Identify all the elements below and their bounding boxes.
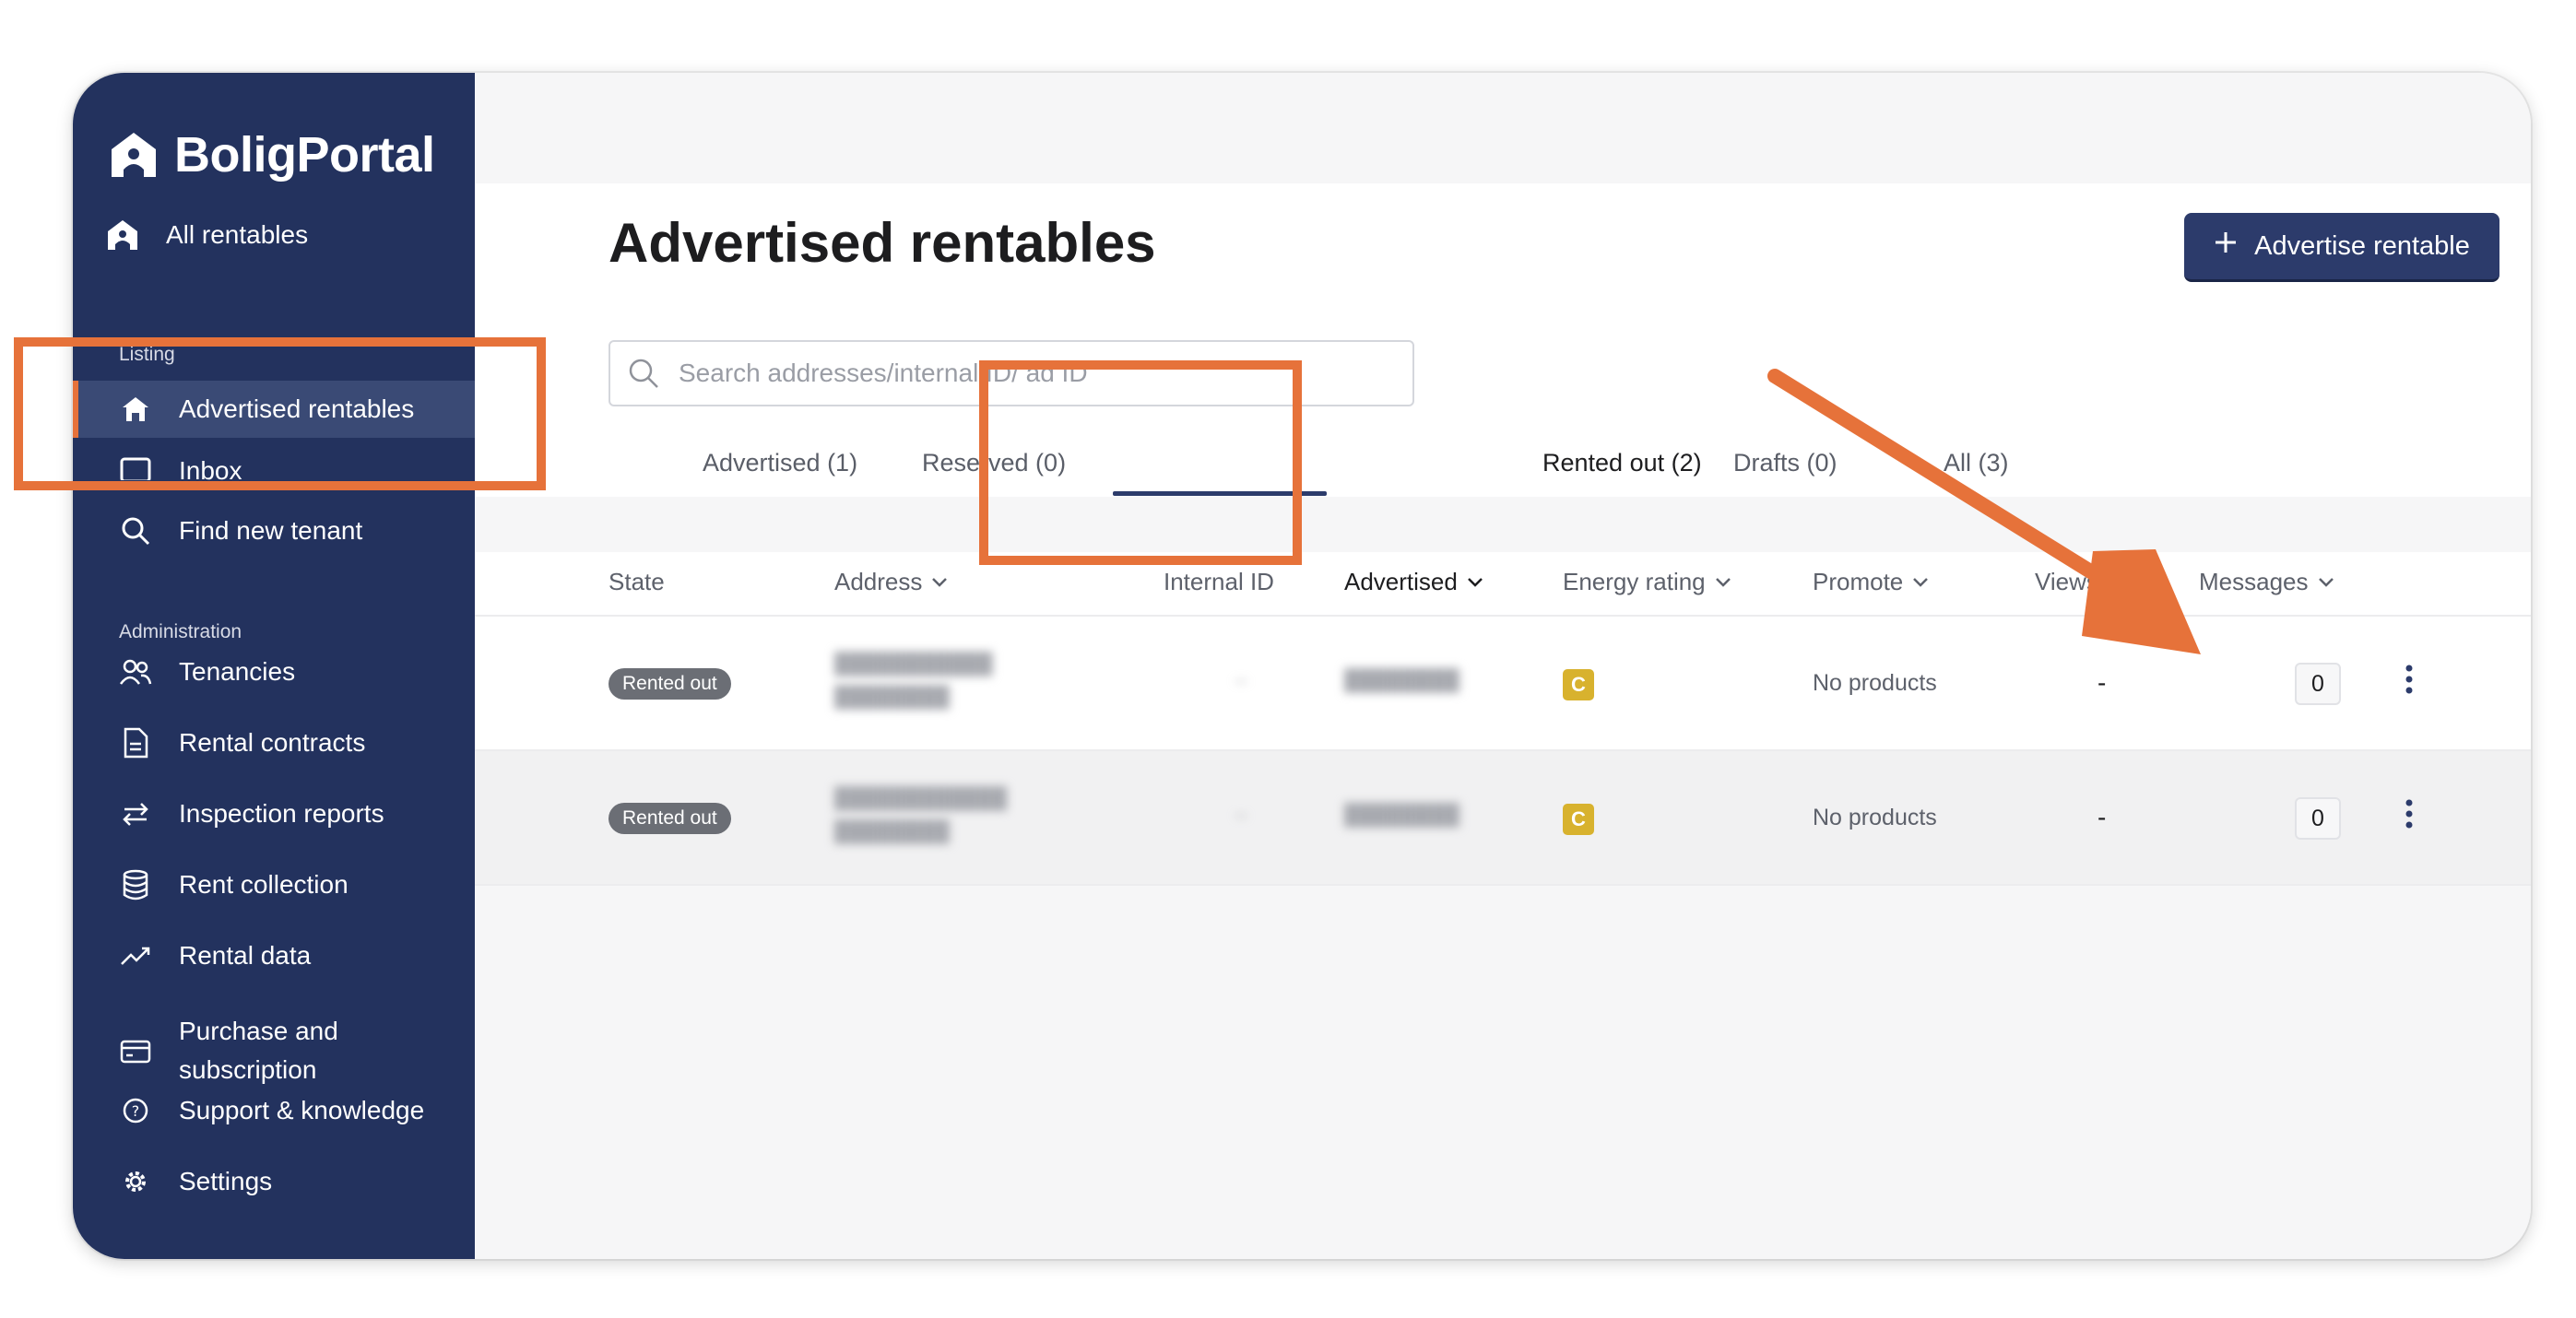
energy-rating-badge: C (1563, 669, 1594, 700)
blurred-address: ████████████ (834, 786, 1008, 809)
status-badge: Rented out (609, 803, 731, 834)
section-label-administration: Administration (119, 621, 242, 642)
blurred-internal-id: – (1235, 803, 1247, 826)
search-icon (117, 512, 154, 549)
chevron-down-icon (2318, 577, 2334, 587)
column-header-views: Views (2035, 568, 2098, 596)
brand-name: BoligPortal (174, 127, 435, 182)
sidebar-item-label: subscription (179, 1055, 317, 1084)
chevron-down-icon (1715, 577, 1731, 587)
svg-text:?: ? (132, 1102, 140, 1120)
column-header-address[interactable]: Address (834, 568, 948, 596)
sidebar-item-label: Purchase and (179, 1017, 338, 1045)
page-title: Advertised rentables (609, 212, 1156, 274)
sidebar-item-label: Rental contracts (179, 728, 366, 757)
swap-arrows-icon (117, 795, 154, 832)
blurred-address-city: ████████ (834, 819, 950, 842)
main-content: Advertised rentables Advertise rentable … (475, 73, 2531, 1259)
sidebar-item-advertised-rentables[interactable]: Advertised rentables (73, 381, 475, 438)
column-header-internal-id: Internal ID (1164, 568, 1274, 596)
blurred-ad-id: ████████ (1344, 803, 1459, 826)
column-label: Promote (1813, 568, 1904, 595)
tab-reserved[interactable]: Reserved (0) (922, 449, 1066, 477)
sidebar-item-label: Inspection reports (179, 799, 384, 828)
gear-icon (117, 1163, 154, 1200)
sidebar-item-label: Inbox (179, 456, 242, 480)
search-icon (627, 357, 660, 394)
column-header-energy-rating[interactable]: Energy rating (1563, 568, 1731, 596)
sidebar-item-label: Find new tenant (179, 516, 363, 545)
column-label: Advertised (1344, 568, 1458, 595)
active-tab-indicator (1113, 491, 1327, 496)
sidebar-item-label: Settings (179, 1167, 273, 1195)
tab-drafts[interactable]: Drafts (0) (1733, 449, 1837, 477)
section-label-listing: Listing (119, 344, 175, 365)
credit-card-icon (117, 1033, 154, 1070)
users-icon (117, 653, 154, 690)
home-icon (104, 217, 141, 253)
help-icon: ? (117, 1092, 154, 1129)
sidebar-item-label: Advertised rentables (179, 394, 415, 423)
inbox-icon (117, 453, 154, 480)
views-value: - (2097, 803, 2107, 831)
house-icon (117, 391, 154, 428)
column-label: State (609, 568, 665, 595)
messages-count[interactable]: 0 (2295, 663, 2341, 705)
more-options-icon[interactable] (2395, 795, 2423, 832)
promote-value: No products (1813, 670, 1937, 696)
column-label: Address (834, 568, 923, 595)
status-badge: Rented out (609, 668, 731, 700)
more-options-icon[interactable] (2395, 661, 2423, 698)
tab-all[interactable]: All (3) (1944, 449, 2009, 477)
sidebar-item-label: All rentables (166, 220, 309, 249)
trending-up-icon (117, 937, 154, 974)
blurred-address: ███████████ (834, 652, 993, 675)
sidebar-item-purchase-subscription[interactable]: Purchase and subscription (73, 1013, 475, 1090)
column-header-state: State (609, 568, 665, 596)
advertise-rentable-label: Advertise rentable (2254, 230, 2470, 261)
sidebar-item-label: Support & knowledge (179, 1096, 425, 1124)
column-label: Energy rating (1563, 568, 1706, 595)
column-label: Views (2035, 568, 2098, 595)
column-header-messages[interactable]: Messages (2199, 568, 2334, 596)
chevron-down-icon (932, 577, 948, 587)
energy-rating-badge: C (1563, 804, 1594, 835)
chevron-down-icon (1467, 577, 1483, 587)
table-row[interactable]: Rented out ████████████ ████████ – █████… (475, 751, 2531, 886)
blurred-ad-id: ████████ (1344, 668, 1459, 691)
chevron-down-icon (1913, 577, 1929, 587)
tab-advertised[interactable]: Advertised (1) (703, 449, 857, 477)
column-label: Internal ID (1164, 568, 1274, 595)
blurred-internal-id: – (1235, 668, 1247, 691)
column-header-promote[interactable]: Promote (1813, 568, 1929, 596)
search-box (609, 340, 1414, 406)
sidebar: BoligPortal All rentables Listing Advert… (73, 73, 475, 1259)
database-icon (117, 866, 154, 903)
table-row[interactable]: Rented out ███████████ ████████ – ██████… (475, 617, 2531, 751)
top-bar (475, 73, 2531, 183)
plus-icon (2214, 230, 2238, 262)
app-window: BoligPortal All rentables Listing Advert… (73, 73, 2531, 1259)
sidebar-item-label: Rental data (179, 941, 312, 970)
sidebar-item-inbox[interactable]: Inbox (73, 443, 475, 480)
sidebar-item-label: Tenancies (179, 657, 296, 686)
search-input[interactable] (677, 358, 1381, 389)
advertise-rentable-button[interactable]: Advertise rentable (2184, 213, 2499, 282)
brand-logo[interactable]: BoligPortal (110, 126, 435, 183)
sidebar-item-label: Rent collection (179, 870, 349, 899)
column-label: Messages (2199, 568, 2309, 595)
messages-count[interactable]: 0 (2295, 797, 2341, 840)
house-logo-icon (112, 133, 156, 177)
blurred-address-city: ████████ (834, 685, 950, 708)
column-header-advertised[interactable]: Advertised (1344, 568, 1483, 596)
promote-value: No products (1813, 805, 1937, 830)
views-value: - (2097, 668, 2107, 697)
tab-rented-out[interactable]: Rented out (2) (1542, 449, 1702, 477)
document-icon (117, 724, 154, 761)
